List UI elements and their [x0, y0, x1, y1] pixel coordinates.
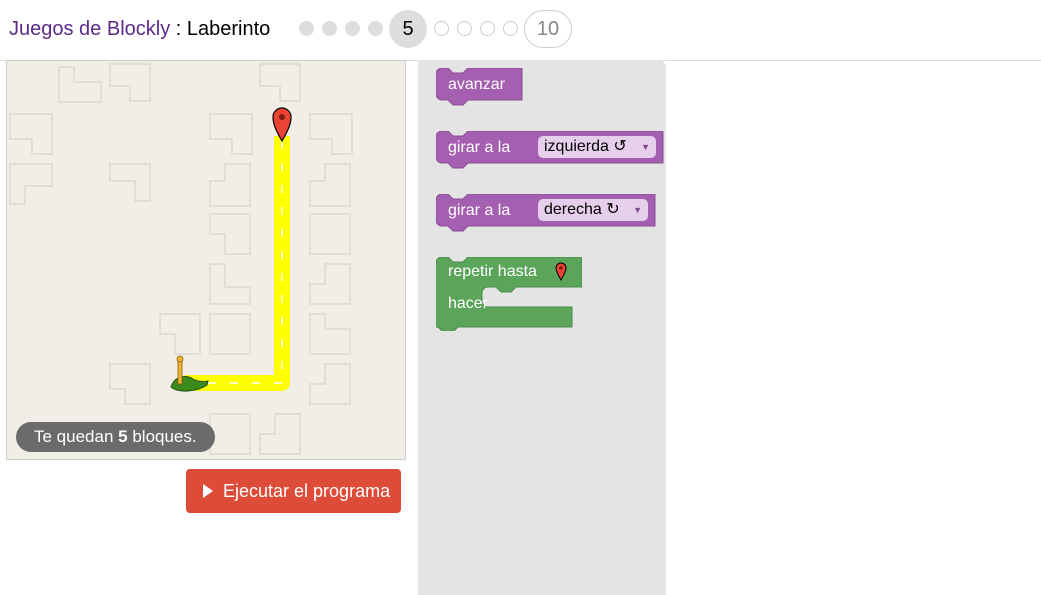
repeat-until-label: repetir hasta	[448, 263, 537, 280]
header: Juegos de Blockly : Laberinto 5 10	[0, 0, 1041, 61]
play-icon	[203, 484, 213, 498]
maze-wall-decorations	[9, 63, 353, 455]
pegman-icon	[170, 355, 209, 392]
run-program-label: Ejecutar el programa	[223, 481, 391, 501]
level-10-link[interactable]: 10	[524, 10, 572, 48]
maze-svg	[9, 63, 353, 455]
goal-marker-icon	[555, 262, 567, 281]
maze-path-dashes	[189, 141, 283, 384]
turn-right-direction-dropdown[interactable]: derecha ↻ ▼	[538, 199, 648, 221]
title-separator: :	[170, 18, 187, 40]
turn-right-label: girar a la	[448, 202, 511, 219]
repeat-until-block[interactable]: repetir hasta hacer	[425, 256, 583, 333]
capacity-prefix: Te quedan	[34, 427, 119, 446]
capacity-suffix: bloques.	[127, 427, 197, 446]
level-2-dot[interactable]	[322, 21, 337, 36]
capacity-count: 5	[118, 427, 128, 446]
level-8-dot[interactable]	[480, 21, 495, 36]
move-forward-label: avanzar	[448, 76, 505, 93]
level-6-dot[interactable]	[434, 21, 449, 36]
run-program-button[interactable]: Ejecutar el programa	[186, 469, 401, 513]
chevron-down-icon: ▼	[633, 205, 642, 215]
level-1-dot[interactable]	[299, 21, 314, 36]
turn-left-block[interactable]: girar a la izquierda ↺ ▼	[435, 130, 666, 171]
app-name-link[interactable]: Juegos de Blockly	[9, 18, 170, 40]
repeat-do-label: hacer	[448, 295, 489, 312]
level-7-dot[interactable]	[457, 21, 472, 36]
toolbox-flyout: avanzar girar a la izquierda ↺ ▼ girar a …	[418, 60, 666, 595]
turn-left-label: girar a la	[448, 139, 511, 156]
turn-left-direction-dropdown[interactable]: izquierda ↺ ▼	[538, 136, 656, 158]
turn-right-direction-value: derecha ↻	[544, 201, 620, 218]
move-forward-block[interactable]: avanzar	[435, 67, 524, 108]
game-name: Laberinto	[186, 18, 271, 40]
turn-left-direction-value: izquierda ↺	[544, 138, 627, 155]
level-9-dot[interactable]	[503, 21, 518, 36]
chevron-down-icon: ▼	[641, 142, 650, 152]
turn-right-block[interactable]: girar a la derecha ↻ ▼	[435, 193, 658, 234]
level-3-dot[interactable]	[345, 21, 360, 36]
level-4-dot[interactable]	[368, 21, 383, 36]
blocks-remaining-badge: Te quedan 5 bloques.	[16, 422, 215, 452]
maze-board	[6, 60, 406, 460]
current-level-indicator: 5	[389, 10, 427, 48]
page-title: Juegos de Blockly : Laberinto	[9, 18, 270, 41]
